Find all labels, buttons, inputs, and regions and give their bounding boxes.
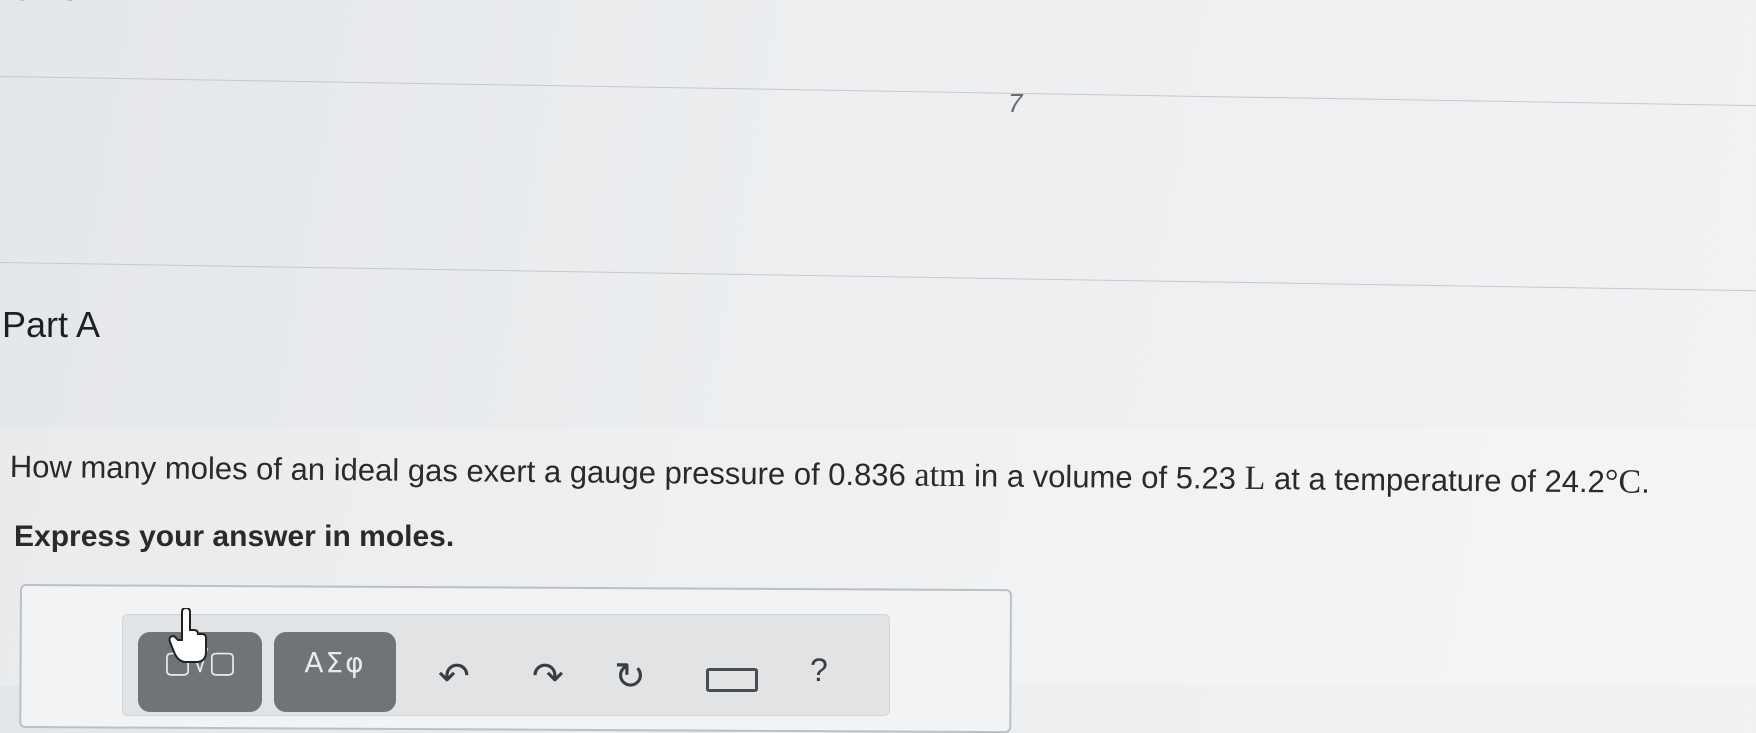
greek-symbols-button[interactable]: ΑΣφ xyxy=(274,632,396,712)
stray-mark: 7 xyxy=(1008,88,1023,118)
temperature-unit: °C xyxy=(1604,463,1642,501)
hand-cursor-icon xyxy=(168,608,207,663)
volume-unit: L xyxy=(1244,459,1266,498)
redo-icon[interactable]: ↷ xyxy=(532,654,564,698)
part-label: Part A xyxy=(2,304,101,345)
help-icon[interactable]: ? xyxy=(810,652,828,689)
question-text-4: . xyxy=(1641,464,1650,500)
question-text-3: at a temperature of 24.2 xyxy=(1265,461,1606,500)
divider-mid xyxy=(0,262,1756,292)
pressure-unit: atm xyxy=(914,456,966,495)
question-text-1: How many moles of an ideal gas exert a g… xyxy=(9,448,915,493)
answer-instruction: Express your answer in moles. xyxy=(14,520,455,553)
problem-number-heading: 10.13 xyxy=(0,0,79,9)
divider-top xyxy=(0,76,1756,107)
reset-icon[interactable]: ↻ xyxy=(614,654,646,698)
undo-icon[interactable]: ↶ xyxy=(438,654,470,698)
question-text-2: in a volume of 5.23 xyxy=(965,458,1245,496)
keyboard-icon[interactable] xyxy=(706,668,758,692)
